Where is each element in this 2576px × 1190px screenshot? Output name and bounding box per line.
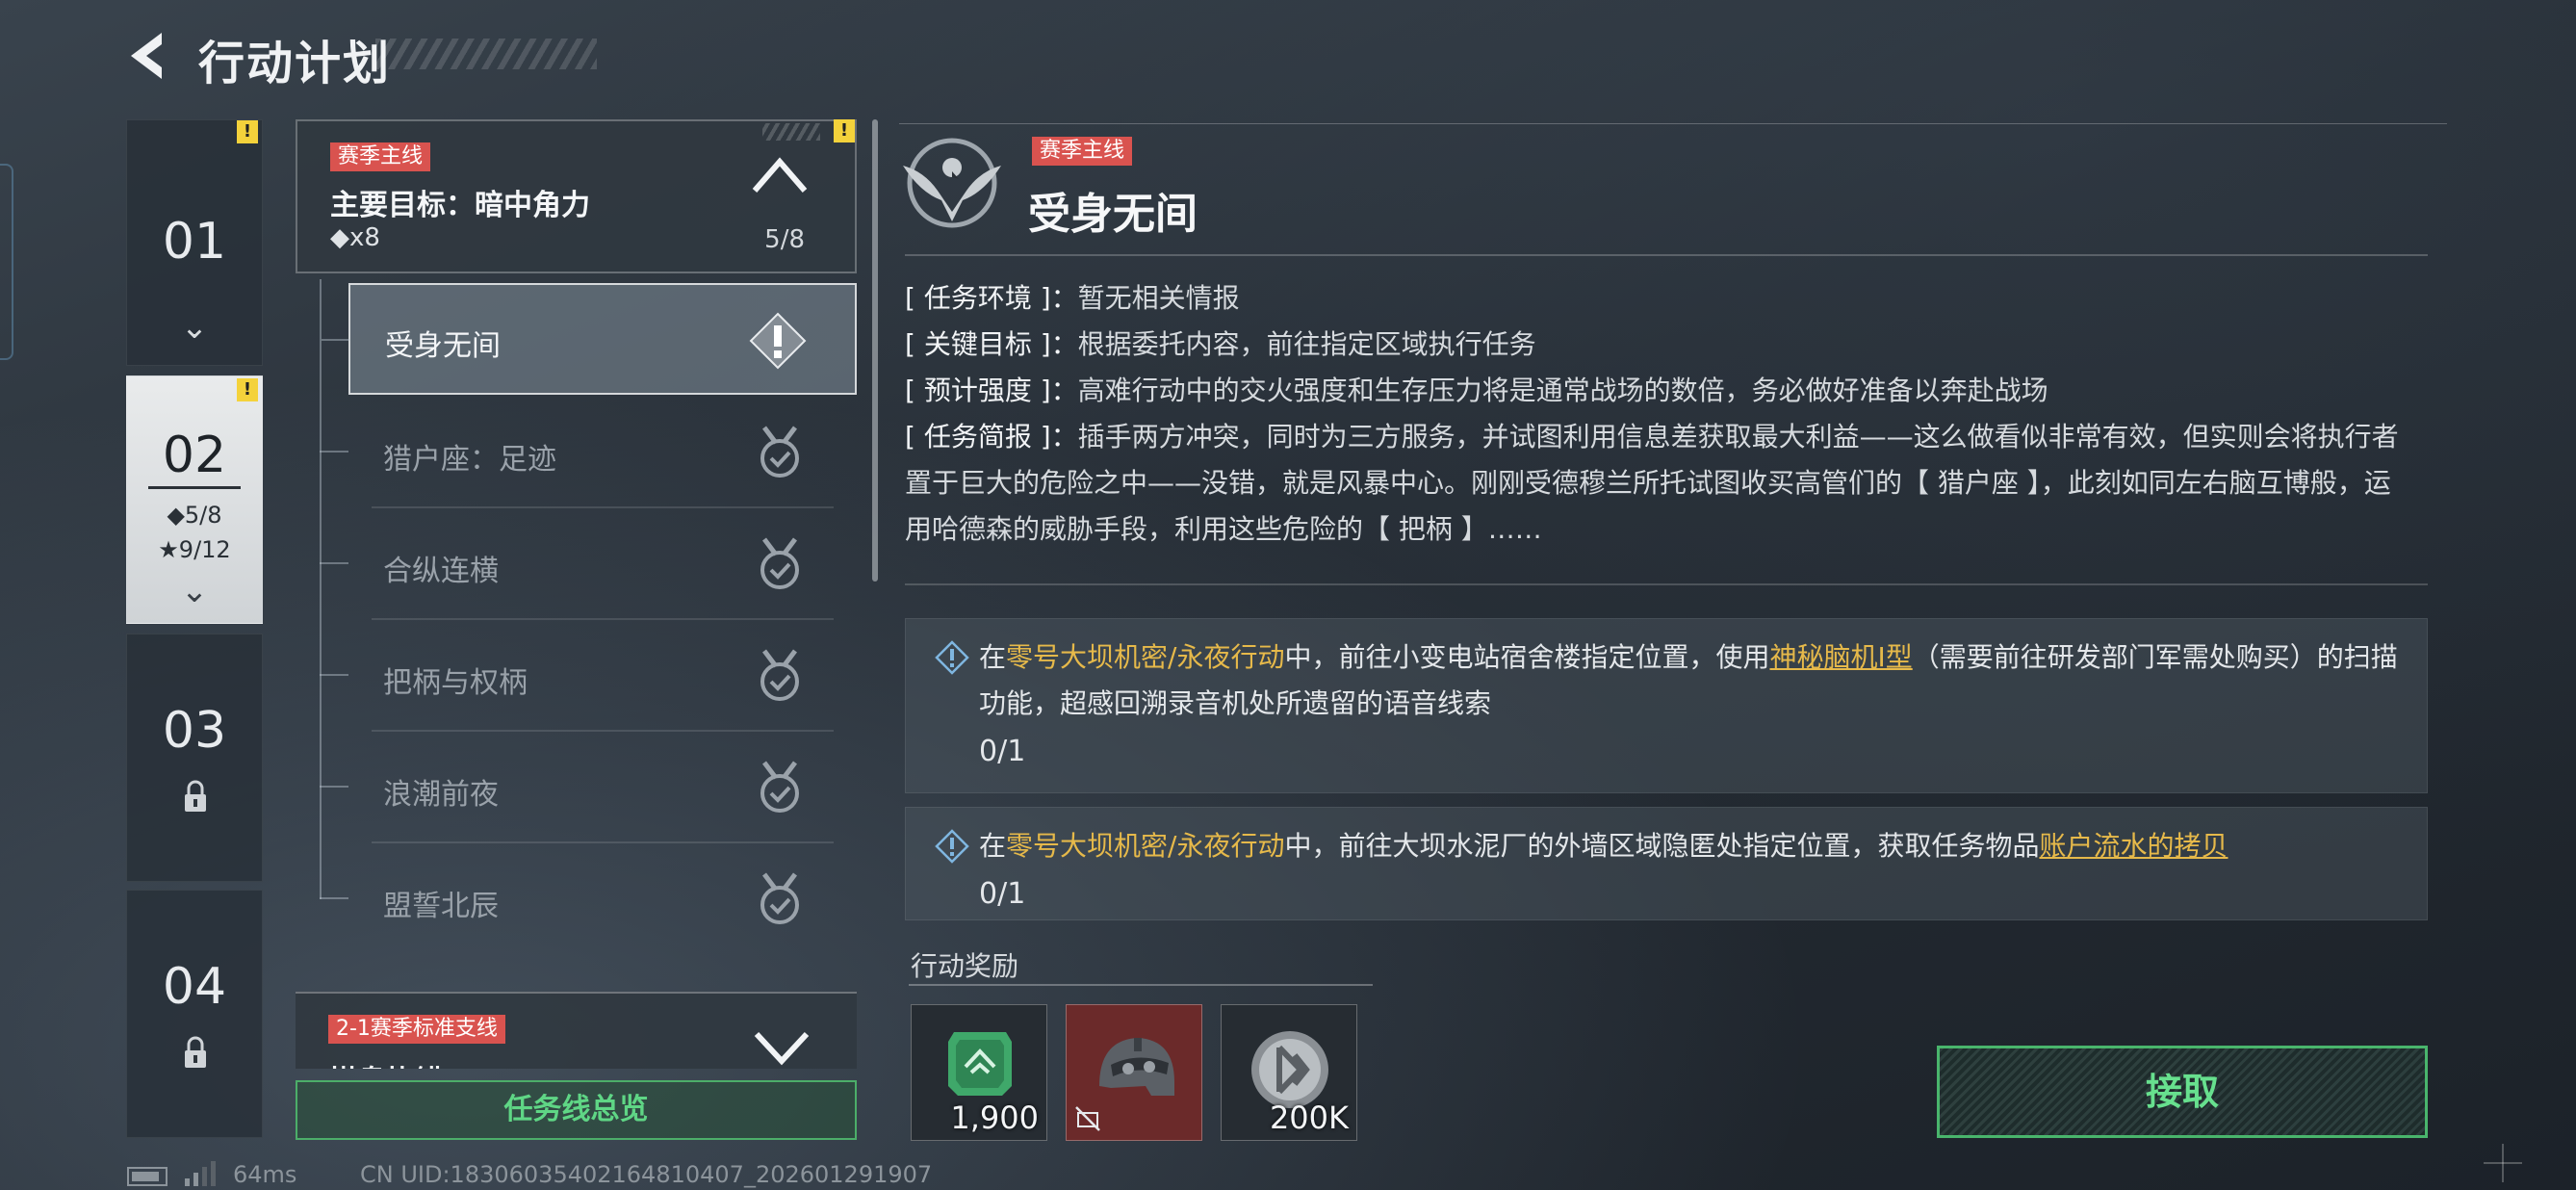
mission-list-scrollbar[interactable] — [872, 119, 878, 582]
chevron-down-icon: ⌄ — [180, 572, 209, 610]
chapter-star-progress: ★9/12 — [158, 536, 231, 563]
title-decoration — [375, 39, 597, 69]
sub-mission-item[interactable]: 把柄与权柄 — [320, 620, 857, 732]
sub-mission-item[interactable]: 浪潮前夜 — [320, 732, 857, 843]
side-drawer-handle[interactable] — [0, 164, 13, 360]
signal-icon — [185, 1161, 216, 1186]
chapter-02[interactable]: ! 02 ◆5/8 ★9/12 ⌄ — [126, 375, 263, 624]
player-uid: CN UID:18306035402164810407_202601291907 — [360, 1161, 933, 1188]
sub-mission-label: 浪潮前夜 — [383, 778, 499, 812]
chapter-03[interactable]: 03 — [126, 634, 263, 882]
card-decoration — [762, 123, 820, 141]
chevron-down-icon[interactable] — [753, 1028, 811, 1067]
main-mission-reward-count: ◆x8 — [330, 223, 380, 252]
exp-badge-icon — [948, 1032, 1012, 1096]
back-arrow-icon[interactable] — [123, 29, 169, 83]
game-mode-highlight: 零号大坝机密/永夜行动 — [1006, 830, 1285, 862]
completed-medal-icon — [760, 761, 799, 813]
completed-medal-icon — [760, 872, 799, 924]
info-value: 暂无相关情报 — [1077, 282, 1240, 314]
panel-border — [899, 123, 2447, 124]
info-key: [ 关键目标 ] — [905, 328, 1051, 360]
reward-quantity: 1,900 — [950, 1099, 1039, 1136]
info-intensity: [ 预计强度 ]：高难行动中的交火强度和生存压力将是通常战场的数倍，务必做好准备… — [905, 375, 2048, 406]
mission-type-tag: 赛季主线 — [1032, 137, 1133, 166]
sub-mission-label: 把柄与权柄 — [383, 666, 528, 700]
completed-medal-icon — [760, 426, 799, 478]
ping-display: 64ms — [233, 1161, 297, 1188]
sub-mission-item[interactable]: 盟誓北辰 — [320, 843, 857, 955]
sub-mission-label: 猎户座：足迹 — [383, 443, 556, 477]
reward-item-helmet[interactable] — [1066, 1004, 1202, 1141]
completed-medal-icon — [760, 649, 799, 701]
main-mission-card[interactable]: ! 赛季主线 主要目标：暗中角力 ◆x8 5/8 — [296, 119, 857, 273]
no-trade-icon — [1075, 1106, 1100, 1131]
reward-section-label: 行动奖励 — [911, 950, 1019, 982]
item-link[interactable]: 账户流水的拷贝 — [2039, 830, 2228, 862]
divider — [905, 254, 2428, 256]
lock-icon — [185, 780, 206, 812]
chapter-diamond-progress: ◆5/8 — [167, 502, 222, 529]
lock-icon — [185, 1036, 206, 1068]
warning-badge: ! — [237, 378, 258, 401]
sub-mission-label: 受身无间 — [385, 329, 501, 363]
warning-badge: ! — [834, 119, 855, 142]
chapter-number: 01 — [162, 213, 227, 271]
objective-item: 在零号大坝机密/永夜行动中，前往大坝水泥厂的外墙区域隐匿处指定位置，获取任务物品… — [905, 807, 2428, 920]
battery-icon — [127, 1167, 167, 1186]
accept-mission-button[interactable]: 接取 — [1937, 1046, 2428, 1138]
mission-brief: [ 任务简报 ]：插手两方冲突，同时为三方服务，并试图利用信息差获取最大利益——… — [905, 421, 2399, 545]
mission-title: 受身无间 — [1028, 190, 1198, 239]
info-key: [ 预计强度 ] — [905, 375, 1051, 406]
chapter-divider — [148, 486, 241, 489]
reward-quantity: 200K — [1269, 1099, 1349, 1136]
objective-diamond-icon — [935, 829, 969, 864]
sub-mission-item[interactable]: 猎户座：足迹 — [320, 397, 857, 508]
divider — [909, 984, 1373, 986]
chapter-number: 03 — [162, 702, 227, 760]
objective-diamond-icon — [935, 640, 969, 675]
warning-badge: ! — [237, 120, 258, 143]
info-key: [ 任务简报 ] — [905, 421, 1051, 453]
chapter-01[interactable]: ! 01 ⌄ — [126, 119, 263, 366]
chevron-up-icon[interactable] — [751, 154, 809, 196]
info-key-target: [ 关键目标 ]：根据委托内容，前往指定区域执行任务 — [905, 328, 1536, 360]
objective-progress: 0/1 — [979, 877, 1026, 911]
main-mission-title: 主要目标：暗中角力 — [330, 189, 590, 222]
mission-type-tag: 赛季主线 — [330, 142, 431, 171]
objective-text: 在零号大坝机密/永夜行动中，前往小变电站宿舍楼指定位置，使用神秘脑机Ⅰ型（需要前… — [979, 641, 2398, 719]
sub-mission-item[interactable]: 受身无间 — [322, 283, 857, 395]
game-mode-highlight: 零号大坝机密/永夜行动 — [1006, 641, 1285, 673]
mission-overview-button[interactable]: 任务线总览 — [296, 1080, 857, 1140]
sub-mission-label: 盟誓北辰 — [383, 890, 499, 923]
eagle-emblem-icon — [903, 138, 1001, 228]
chapter-number: 02 — [162, 427, 227, 484]
sub-mission-label: 合纵连横 — [383, 555, 499, 588]
objective-text: 在零号大坝机密/永夜行动中，前往大坝水泥厂的外墙区域隐匿处指定位置，获取任务物品… — [979, 830, 2228, 862]
brief-text: 插手两方冲突，同时为三方服务，并试图利用信息差获取最大利益——这么做看似非常有效… — [905, 421, 2399, 545]
chapter-04[interactable]: 04 — [126, 890, 263, 1138]
objective-item: 在零号大坝机密/永夜行动中，前往小变电站宿舍楼指定位置，使用神秘脑机Ⅰ型（需要前… — [905, 618, 2428, 793]
chevron-down-icon: ⌄ — [180, 308, 209, 347]
page-title: 行动计划 — [198, 37, 392, 91]
main-mission-progress: 5/8 — [764, 225, 805, 254]
exclamation-icon — [749, 312, 807, 370]
info-key: [ 任务环境 ] — [905, 282, 1051, 314]
sub-mission-item[interactable]: 合纵连横 — [320, 508, 857, 620]
completed-medal-icon — [760, 537, 799, 589]
chapter-number: 04 — [162, 958, 227, 1016]
info-environment: [ 任务环境 ]：暂无相关情报 — [905, 282, 1240, 314]
info-value: 高难行动中的交火强度和生存压力将是通常战场的数倍，务必做好准备以奔赴战场 — [1077, 375, 2048, 406]
plus-icon — [2484, 1144, 2522, 1182]
item-link[interactable]: 神秘脑机Ⅰ型 — [1769, 641, 1912, 673]
info-value: 根据委托内容，前往指定区域执行任务 — [1077, 328, 1536, 360]
branch-mission-title: 棋盘执错 — [328, 1057, 444, 1069]
reward-item-exp[interactable]: 1,900 — [911, 1004, 1047, 1141]
branch-mission-card[interactable]: 2-1赛季标准支线 棋盘执错 — [296, 992, 857, 1069]
objective-progress: 0/1 — [979, 735, 1026, 768]
reward-item-currency[interactable]: 200K — [1221, 1004, 1357, 1141]
tree-connector — [320, 279, 322, 899]
mission-type-tag: 2-1赛季标准支线 — [328, 1015, 505, 1044]
divider — [905, 583, 2428, 585]
